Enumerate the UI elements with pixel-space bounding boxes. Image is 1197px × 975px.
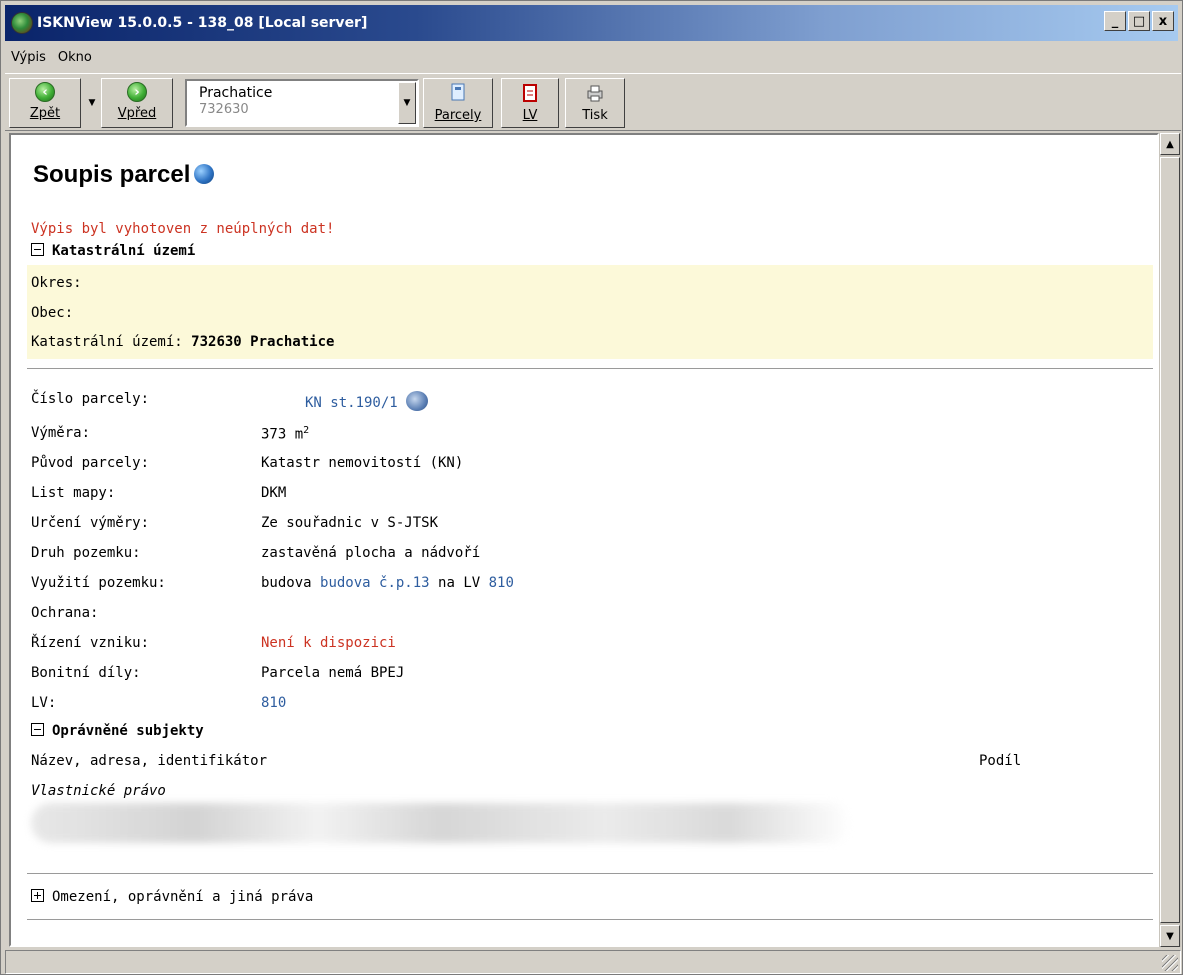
lv-icon [523,84,537,102]
scroll-up-button[interactable]: ▲ [1160,133,1180,155]
scroll-thumb[interactable] [1160,157,1180,923]
location-code: 732630 [199,102,249,117]
vertical-scrollbar[interactable]: ▲ ▼ [1159,133,1181,947]
cislo-value: KN st.190/1 [305,391,428,411]
location-combobox[interactable]: Prachatice 732630 ▼ [185,79,419,127]
vymera-value: 373 m2 [261,425,309,443]
location-dropdown-button[interactable]: ▼ [398,82,416,124]
back-label: Zpět [29,106,61,121]
bonitni-value: Parcela nemá BPEJ [261,665,405,681]
lv-button[interactable]: LV [501,78,559,128]
druh-value: zastavěná plocha a nádvoří [261,545,481,561]
parcel-number-link[interactable]: KN st.190/1 [305,395,398,411]
page-title-text: Soupis parcel [33,161,191,188]
title-bar[interactable]: ISKNView 15.0.0.5 - 138_08 [Local server… [5,5,1178,41]
vymera-label: Výměra: [31,425,91,441]
print-label: Tisk [582,108,608,123]
toolbar: ‹ Zpět ▼ › Vpřed Prachatice 732630 ▼ Par… [5,73,1181,131]
ku-label: Katastrální území: [31,334,183,350]
collapse-icon[interactable] [31,723,44,736]
restrictions-section-header[interactable]: Omezení, oprávnění a jiná práva [31,889,313,905]
back-history-dropdown[interactable]: ▼ [85,78,99,128]
bonitni-label: Bonitní díly: [31,665,141,681]
lv-row-label: LV: [31,695,57,711]
vyuziti-label: Využití pozemku: [31,575,166,591]
subjects-section-header[interactable]: Oprávněné subjekty [31,723,204,739]
window-title: ISKNView 15.0.0.5 - 138_08 [Local server… [37,15,368,31]
printer-icon [587,85,603,102]
ku-row: Katastrální území: 732630 Prachatice [31,334,334,350]
urceni-label: Určení výměry: [31,515,150,531]
puvod-label: Původ parcely: [31,455,150,471]
window-controls: _ □ x [1104,11,1174,31]
parcels-button[interactable]: Parcely [423,78,493,128]
page-title: Soupis parcel [33,161,215,189]
status-bar [5,950,1181,974]
building-lv-link[interactable]: 810 [489,575,514,591]
vyuziti-mid: na LV [438,575,481,591]
kn-map-icon[interactable] [405,391,428,411]
divider [27,919,1153,920]
parcels-label: Parcely [434,108,482,123]
menu-vypis[interactable]: Výpis [5,50,52,65]
rizeni-value: Není k dispozici [261,635,396,651]
vymera-sup: 2 [303,425,310,436]
building-link[interactable]: budova č.p.13 [320,575,430,591]
menu-okno[interactable]: Okno [52,50,98,65]
location-name: Prachatice [199,85,273,101]
subjects-col-share: Podíl [979,753,1022,769]
vymera-number: 373 m [261,426,304,443]
print-button[interactable]: Tisk [565,78,625,128]
forward-button[interactable]: › Vpřed [101,78,173,128]
ku-section-header[interactable]: Katastrální území [31,243,195,259]
ochrana-label: Ochrana: [31,605,99,621]
list-value: DKM [261,485,287,501]
list-label: List mapy: [31,485,116,501]
collapse-icon[interactable] [31,243,44,256]
restrictions-section-title: Omezení, oprávnění a jiná práva [52,889,314,905]
app-globe-icon [11,12,33,34]
scroll-down-button[interactable]: ▼ [1160,925,1180,947]
incomplete-data-warning: Výpis byl vyhotoven z neúplných dat! [31,221,335,237]
arrow-right-icon: › [127,82,147,102]
arrow-left-icon: ‹ [35,82,55,102]
back-button[interactable]: ‹ Zpět [9,78,81,128]
rizeni-label: Řízení vzniku: [31,635,150,651]
forward-label: Vpřed [117,106,157,121]
subjects-col-name: Název, adresa, identifikátor [31,753,268,769]
lv-link[interactable]: 810 [261,695,286,711]
vyuziti-value: budova budova č.p.13 na LV 810 [261,575,514,591]
obec-label: Obec: [31,305,74,321]
okres-label: Okres: [31,275,82,291]
druh-label: Druh pozemku: [31,545,141,561]
vyuziti-prefix: budova [261,575,312,591]
report-view[interactable]: Soupis parcel Výpis byl vyhotoven z neúp… [9,133,1159,947]
resize-grip-icon[interactable] [1162,955,1178,971]
subjects-section-title: Oprávněné subjekty [52,723,204,739]
menu-bar: Výpis Okno [5,45,98,69]
globe-icon[interactable] [194,164,215,184]
expand-icon[interactable] [31,889,44,902]
lv-label: LV [522,108,538,123]
minimize-button[interactable]: _ [1104,11,1126,31]
app-window: ISKNView 15.0.0.5 - 138_08 [Local server… [0,0,1183,975]
ku-section-title: Katastrální území [52,243,196,259]
urceni-value: Ze souřadnic v S-JTSK [261,515,439,531]
maximize-button[interactable]: □ [1128,11,1150,31]
parcels-icon [451,83,465,101]
ku-value: 732630 Prachatice [191,334,335,350]
puvod-value: Katastr nemovitostí (KN) [261,455,464,471]
divider [27,873,1153,874]
redacted-owner [31,803,851,843]
divider [27,368,1153,369]
cislo-label: Číslo parcely: [31,391,150,407]
right-type: Vlastnické právo [31,783,166,799]
close-button[interactable]: x [1152,11,1174,31]
